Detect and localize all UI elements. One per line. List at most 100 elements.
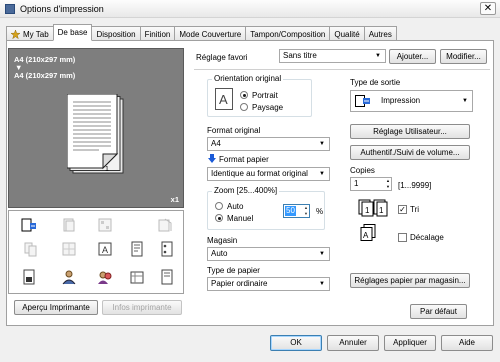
zoom-value: 50 <box>285 206 296 216</box>
zoom-manual-radio[interactable] <box>215 214 223 222</box>
proof-print-icon[interactable] <box>159 269 175 285</box>
tab-label: Tampon/Composition <box>250 29 326 39</box>
tab-tampon-composition[interactable]: Tampon/Composition <box>245 26 331 41</box>
paper-type-label: Type de papier <box>207 266 260 275</box>
two-sided-icon[interactable] <box>61 217 77 233</box>
printer-preview-button[interactable]: Aperçu Imprimante <box>14 300 98 315</box>
function-icon-grid: A <box>8 210 184 294</box>
tab-label: Finition <box>144 29 171 39</box>
offset-checkbox[interactable] <box>398 233 407 242</box>
dropdown-arrow-icon: ▼ <box>375 53 381 59</box>
landscape-label: Paysage <box>252 103 284 112</box>
magasin-select[interactable]: Auto ▼ <box>207 247 330 261</box>
document-icon[interactable] <box>129 241 145 257</box>
original-icon[interactable]: A <box>97 241 113 257</box>
print-icon[interactable] <box>21 217 37 233</box>
divider <box>194 69 490 70</box>
favorite-label: Réglage favori <box>196 53 248 62</box>
zoom-auto-label: Auto <box>227 202 244 211</box>
layout-icon[interactable] <box>61 241 77 257</box>
box-icon[interactable] <box>129 269 145 285</box>
print-preview: A4 (210x297 mm) ▼ A4 (210x297 mm) 1 x1 <box>8 48 184 208</box>
add-favorite-button[interactable]: Ajouter... <box>389 49 436 64</box>
copies-spinner[interactable]: 1 ▲ ▼ <box>350 177 392 191</box>
magasin-label: Magasin <box>207 236 238 245</box>
output-type-value: Impression <box>381 96 421 105</box>
original-format-label: Format original <box>207 126 261 135</box>
window-title: Options d'impression <box>20 4 104 14</box>
account-track-icon[interactable] <box>97 269 113 285</box>
portrait-radio[interactable] <box>240 91 248 99</box>
tab-strip: My Tab De base Disposition Finition Mode… <box>6 24 397 41</box>
tab-mode-couverture[interactable]: Mode Couverture <box>174 26 247 41</box>
dropdown-arrow-icon: ▼ <box>319 171 325 177</box>
tray-paper-settings-button[interactable]: Réglages papier par magasin... <box>350 273 470 288</box>
zoom-label: Zoom [25...400%] <box>212 186 280 195</box>
spin-down-icon[interactable]: ▼ <box>304 211 308 217</box>
paper-type-select[interactable]: Papier ordinaire ▼ <box>207 277 330 291</box>
zoom-auto-radio[interactable] <box>215 202 223 210</box>
print-output-icon <box>355 95 370 107</box>
arrow-down-blue-icon <box>208 154 216 163</box>
user-settings-button[interactable]: Réglage Utilisateur... <box>350 124 470 139</box>
booklet-icon[interactable] <box>157 217 173 233</box>
favorite-value: Sans titre <box>283 51 317 60</box>
copies-label: Copies <box>350 166 375 175</box>
offset-icon: A <box>360 224 376 241</box>
copies-badge: x1 <box>170 195 179 204</box>
modify-favorite-button[interactable]: Modifier... <box>440 49 487 64</box>
landscape-radio[interactable] <box>240 103 248 111</box>
combine-pages-icon[interactable] <box>23 241 39 257</box>
zoom-unit: % <box>316 207 324 216</box>
close-button[interactable]: ✕ <box>480 2 496 15</box>
dropdown-arrow-icon: ▼ <box>319 251 325 257</box>
user-auth-icon[interactable] <box>61 269 77 285</box>
printer-info-button[interactable]: Infos imprimante <box>102 300 182 315</box>
tab-my-tab[interactable]: My Tab <box>6 26 54 41</box>
secure-print-icon[interactable] <box>21 269 37 285</box>
svg-text:A: A <box>102 245 108 255</box>
zoom-spinner[interactable]: 50 ▲ ▼ <box>283 204 310 218</box>
tab-autres[interactable]: Autres <box>363 26 397 41</box>
output-type-select[interactable]: Impression ▼ <box>350 90 473 112</box>
paper-format-select[interactable]: Identique au format original ▼ <box>207 167 330 181</box>
zoom-manual-label: Manuel <box>227 214 254 223</box>
collate-checkbox[interactable]: ✓ <box>398 205 407 214</box>
page-preview-icon <box>67 94 124 174</box>
spin-down-icon[interactable]: ▼ <box>386 184 390 190</box>
staple-icon[interactable] <box>97 217 113 233</box>
help-button[interactable]: Aide <box>441 335 493 351</box>
paper-type-value: Papier ordinaire <box>211 279 268 288</box>
tab-de-base[interactable]: De base <box>52 24 93 41</box>
defaults-button[interactable]: Par défaut <box>410 304 467 319</box>
auth-volume-button[interactable]: Authentif./Suivi de volume... <box>350 145 470 160</box>
magasin-value: Auto <box>211 249 228 258</box>
dropdown-arrow-icon: ▼ <box>462 98 468 104</box>
copies-value: 1 <box>354 179 359 188</box>
tab-label: Autres <box>368 29 392 39</box>
star-icon <box>10 28 21 39</box>
punch-icon[interactable] <box>159 241 175 257</box>
svg-text:1: 1 <box>379 206 384 215</box>
collate-label: Tri <box>410 205 420 214</box>
ok-button[interactable]: OK <box>270 335 322 351</box>
tab-label: Disposition <box>96 29 136 39</box>
apply-button[interactable]: Appliquer <box>384 335 436 351</box>
offset-label: Décalage <box>410 233 444 242</box>
paper-format-label: Format papier <box>219 155 269 164</box>
svg-text:A: A <box>219 92 228 107</box>
favorite-select[interactable]: Sans titre ▼ <box>279 49 386 63</box>
tab-qualite[interactable]: Qualité <box>329 26 365 41</box>
dropdown-arrow-icon: ▼ <box>319 281 325 287</box>
copies-range: [1...9999] <box>398 181 432 190</box>
title-bar: Options d'impression ✕ <box>0 0 500 18</box>
tab-finition[interactable]: Finition <box>139 26 176 41</box>
tab-label: My Tab <box>23 29 49 39</box>
cancel-button[interactable]: Annuler <box>327 335 379 351</box>
orientation-label: Orientation original <box>212 74 284 83</box>
original-format-select[interactable]: A4 ▼ <box>207 137 330 151</box>
portrait-orientation-icon: A <box>215 88 233 110</box>
tab-label: Qualité <box>334 29 360 39</box>
tab-disposition[interactable]: Disposition <box>91 26 141 41</box>
printer-app-icon <box>5 4 15 14</box>
